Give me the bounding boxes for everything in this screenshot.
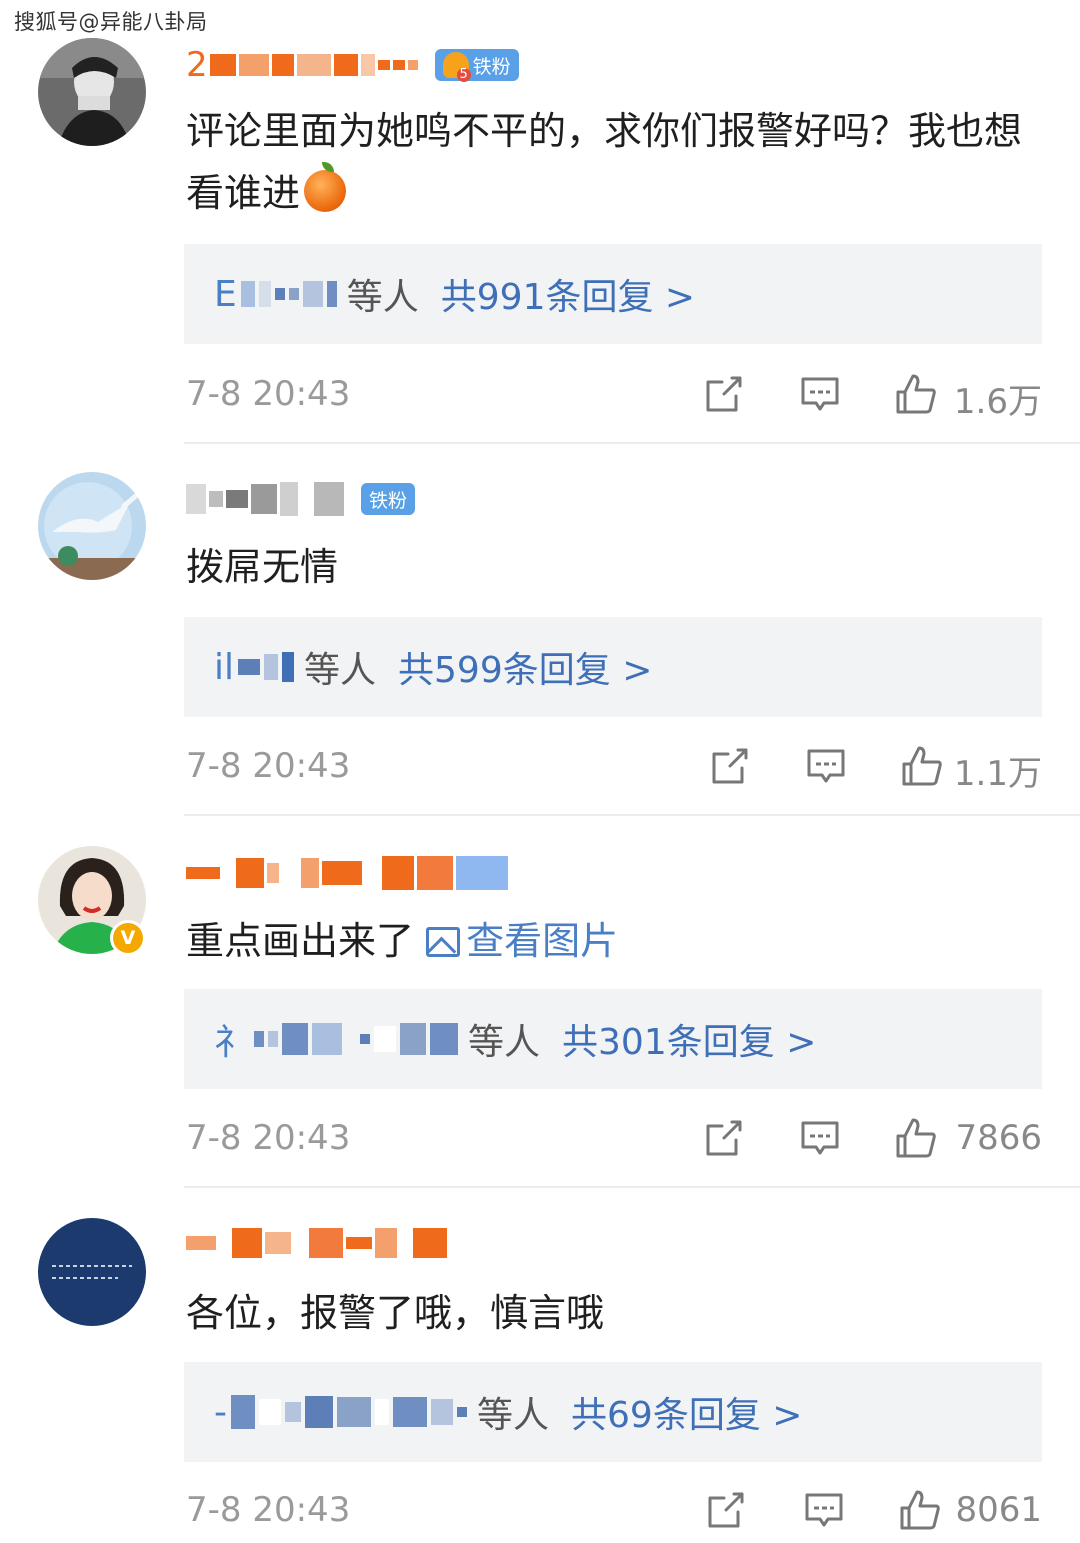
comment-icon[interactable]	[804, 744, 848, 788]
view-image-link[interactable]: 查看图片	[426, 919, 618, 963]
repost-icon[interactable]	[702, 1116, 746, 1160]
reply-summary[interactable]: il 等人 共599条回复 >	[184, 617, 1042, 717]
avatar[interactable]	[38, 472, 146, 580]
like-icon[interactable]	[894, 372, 938, 416]
comment-text: 评论里面为她鸣不平的，求你们报警好吗？我也想看谁进	[186, 100, 1026, 224]
reply-count-link[interactable]: 共599条回复 >	[398, 641, 652, 693]
timestamp: 7-8 20:43	[186, 1118, 351, 1158]
reply-count-link[interactable]: 共991条回复 >	[441, 268, 695, 320]
comment-meta: 7-8 20:43 1.6万	[186, 370, 1042, 422]
reply-summary[interactable]: 礻 等人 共301条回复 >	[184, 989, 1042, 1089]
username-row	[186, 1222, 450, 1264]
username-prefix: 2	[186, 45, 208, 85]
reply-others-label: 等人	[304, 650, 377, 691]
like-count: 1.1万	[953, 754, 1042, 794]
comment-text-content: 拨屌无情	[186, 545, 339, 589]
crown-icon	[442, 52, 471, 82]
comment-icon[interactable]	[798, 1116, 842, 1160]
like-count: 1.6万	[953, 382, 1042, 422]
reply-summary[interactable]: E 等人 共991条回复 >	[184, 244, 1042, 344]
blurred-reply-users: 礻	[214, 1013, 462, 1065]
divider	[184, 442, 1080, 444]
reply-user-prefix: 礻	[214, 1022, 251, 1063]
username-row: 2 铁粉	[186, 44, 519, 86]
like-count: 8061	[955, 1490, 1042, 1530]
comment-text-content: 重点画出来了	[186, 919, 415, 963]
blurred-reply-users: E	[214, 274, 341, 315]
blurred-username[interactable]	[186, 852, 511, 894]
blurred-reply-users: -	[214, 1392, 471, 1433]
reply-others-label: 等人	[468, 1022, 541, 1063]
comment-text: 拨屌无情	[186, 536, 1026, 598]
blurred-username[interactable]	[186, 1222, 450, 1264]
like-icon[interactable]	[894, 1116, 938, 1160]
blurred-username[interactable]	[186, 478, 347, 520]
comment-icon[interactable]	[798, 372, 842, 416]
reply-user-prefix: il	[214, 646, 235, 688]
divider	[184, 1186, 1080, 1188]
comment-text: 重点画出来了 查看图片	[186, 910, 1026, 972]
reply-count-link[interactable]: 共301条回复 >	[562, 1013, 816, 1065]
blurred-reply-users: il	[214, 647, 298, 688]
reply-others-label: 等人	[477, 1395, 550, 1436]
like-icon[interactable]	[900, 744, 944, 788]
comment-icon[interactable]	[802, 1488, 846, 1532]
repost-icon[interactable]	[702, 372, 746, 416]
blurred-username[interactable]: 2	[186, 44, 421, 86]
timestamp: 7-8 20:43	[186, 374, 351, 414]
fan-badge-label: 铁粉	[472, 55, 511, 78]
comment-meta: 7-8 20:43 8061	[186, 1486, 1042, 1534]
timestamp: 7-8 20:43	[186, 746, 351, 786]
reply-others-label: 等人	[346, 277, 419, 318]
reply-user-prefix: -	[214, 1391, 227, 1433]
like-icon[interactable]	[898, 1488, 942, 1532]
watermark: 搜狐号@异能八卦局	[14, 10, 208, 34]
timestamp: 7-8 20:43	[186, 1490, 351, 1530]
comment-text: 各位，报警了哦，慎言哦	[186, 1282, 1026, 1344]
image-icon	[426, 927, 461, 957]
view-image-label: 查看图片	[466, 919, 619, 963]
comment-meta: 7-8 20:43 7866	[186, 1114, 1042, 1162]
reply-count-link[interactable]: 共69条回复 >	[571, 1386, 802, 1438]
comment-text-content: 各位，报警了哦，慎言哦	[186, 1291, 605, 1335]
orange-emoji-icon	[304, 162, 347, 212]
fan-badge-label: 铁粉	[369, 489, 408, 512]
verified-badge-icon: V	[110, 920, 146, 956]
repost-icon[interactable]	[704, 1488, 748, 1532]
username-row	[186, 852, 511, 894]
avatar[interactable]	[38, 1218, 146, 1326]
avatar[interactable]	[38, 38, 146, 146]
repost-icon[interactable]	[708, 744, 752, 788]
username-row: 铁粉	[186, 478, 416, 520]
fan-badge: 铁粉	[434, 49, 519, 82]
divider	[184, 814, 1080, 816]
comment-meta: 7-8 20:43 1.1万	[186, 742, 1042, 794]
like-count: 7866	[955, 1118, 1042, 1158]
reply-summary[interactable]: - 等人 共69条回复 >	[184, 1362, 1042, 1462]
reply-user-prefix: E	[214, 273, 237, 315]
fan-badge: 铁粉	[361, 483, 416, 515]
